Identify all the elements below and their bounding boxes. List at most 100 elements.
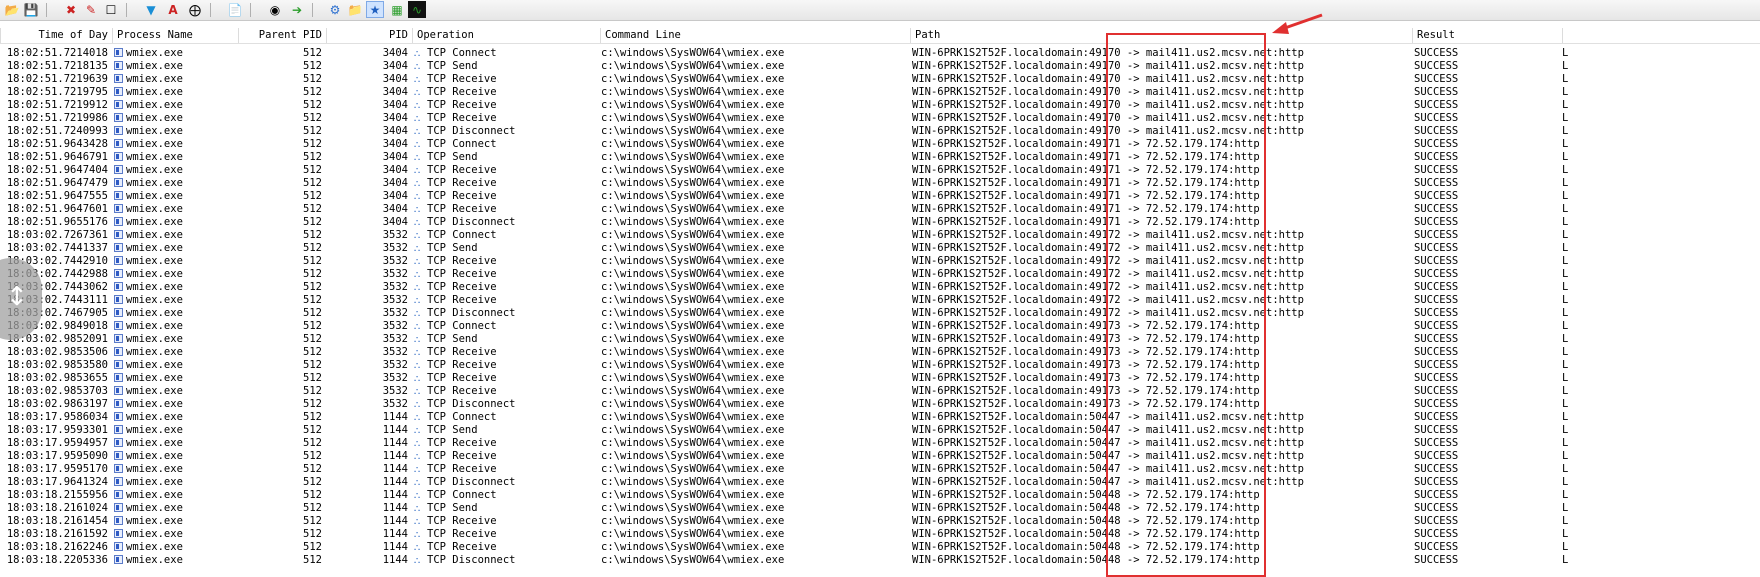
registry-icon[interactable]: ⚙	[326, 1, 344, 18]
column-header-row: Time of Day Process Name Parent PID PID …	[0, 28, 1760, 44]
table-row[interactable]: 18:03:02.9853703 wmiex.exe 512 3532 ∴ TCP Rec…	[0, 385, 1760, 398]
cell-parent-pid: 512	[238, 112, 322, 125]
cell-parent-pid-text: 512	[303, 255, 322, 267]
column-header-time[interactable]: Time of Day	[0, 28, 112, 43]
cell-parent-pid-text: 512	[303, 164, 322, 176]
table-row[interactable]: 18:03:17.9586034 wmiex.exe 512 1144 ∴ TCP Con…	[0, 411, 1760, 424]
network-event-icon: ∴	[414, 218, 421, 229]
table-row[interactable]: 18:02:51.7218135 wmiex.exe 512 3404 ∴ TCP Sen…	[0, 60, 1760, 73]
table-row[interactable]: 18:02:51.7214018 wmiex.exe 512 3404 ∴ TCP Con…	[0, 47, 1760, 60]
table-row[interactable]: 18:03:18.2161454 wmiex.exe 512 1144 ∴ TCP Rec…	[0, 515, 1760, 528]
fonts-icon[interactable]: A	[164, 1, 182, 18]
cell-pid: 3532	[326, 320, 408, 333]
table-row[interactable]: 18:03:17.9593301 wmiex.exe 512 1144 ∴ TCP Sen…	[0, 424, 1760, 437]
clear-icon[interactable]: ✎	[82, 1, 100, 18]
cell-time: 18:03:02.9853580	[0, 359, 108, 372]
column-header-command-line[interactable]: Command Line	[600, 28, 910, 43]
process-icon[interactable]: ▦	[388, 1, 406, 18]
table-row[interactable]: 18:03:02.9853580 wmiex.exe 512 3532 ∴ TCP Rec…	[0, 359, 1760, 372]
cell-parent-pid: 512	[238, 333, 322, 346]
cell-time: 18:02:51.7219639	[0, 73, 108, 86]
column-header-result[interactable]: Result	[1412, 28, 1562, 43]
network-icon[interactable]: ★	[366, 1, 384, 18]
table-row[interactable]: 18:03:18.2161024 wmiex.exe 512 1144 ∴ TCP Sen…	[0, 502, 1760, 515]
table-row[interactable]: 18:03:17.9641324 wmiex.exe 512 1144 ∴ TCP Dis…	[0, 476, 1760, 489]
cell-parent-pid-text: 512	[303, 112, 322, 124]
table-row[interactable]: 18:02:51.7240993 wmiex.exe 512 3404 ∴ TCP Dis…	[0, 125, 1760, 138]
cell-detail: L	[1562, 138, 1569, 150]
table-row[interactable]: 18:02:51.7219986 wmiex.exe 512 3404 ∴ TCP Rec…	[0, 112, 1760, 125]
profiling-icon[interactable]: ∿	[408, 1, 426, 18]
table-row[interactable]: 18:03:02.9852091 wmiex.exe 512 3532 ∴ TCP Sen…	[0, 333, 1760, 346]
table-row[interactable]: 18:03:02.9849018 wmiex.exe 512 3532 ∴ TCP Con…	[0, 320, 1760, 333]
table-row[interactable]: 18:03:17.9595090 wmiex.exe 512 1144 ∴ TCP Rec…	[0, 450, 1760, 463]
cell-command-line: c:\windows\SysWOW64\wmiex.exe	[601, 333, 909, 346]
cell-pid-text: 3532	[382, 268, 408, 280]
cell-time: 18:03:02.9853506	[0, 346, 108, 359]
table-row[interactable]: 18:02:51.7219639 wmiex.exe 512 3404 ∴ TCP Rec…	[0, 73, 1760, 86]
cell-operation: ∴ TCP Receive	[414, 73, 600, 86]
cell-pid-text: 3532	[382, 242, 408, 254]
properties-icon[interactable]: 📄	[226, 1, 244, 18]
table-row[interactable]: 18:03:02.7467905 wmiex.exe 512 3532 ∴ TCP Dis…	[0, 307, 1760, 320]
table-row[interactable]: 18:03:02.7443062 wmiex.exe 512 3532 ∴ TCP Rec…	[0, 281, 1760, 294]
filesystem-icon[interactable]: 📁	[346, 1, 364, 18]
table-row[interactable]: 18:02:51.9643428 wmiex.exe 512 3404 ∴ TCP Con…	[0, 138, 1760, 151]
cell-result: SUCCESS	[1414, 450, 1560, 463]
cell-command-line-text: c:\windows\SysWOW64\wmiex.exe	[601, 255, 785, 267]
table-row[interactable]: 18:02:51.9647404 wmiex.exe 512 3404 ∴ TCP Rec…	[0, 164, 1760, 177]
table-row[interactable]: 18:03:02.7267361 wmiex.exe 512 3532 ∴ TCP Con…	[0, 229, 1760, 242]
table-row[interactable]: 18:03:17.9595170 wmiex.exe 512 1144 ∴ TCP Rec…	[0, 463, 1760, 476]
cell-operation: ∴ TCP Connect	[414, 47, 600, 60]
cell-parent-pid-text: 512	[303, 320, 322, 332]
cell-time: 18:02:51.7219912	[0, 99, 108, 112]
table-row[interactable]: 18:03:02.7442988 wmiex.exe 512 3532 ∴ TCP Rec…	[0, 268, 1760, 281]
table-row[interactable]: 18:02:51.9647555 wmiex.exe 512 3404 ∴ TCP Rec…	[0, 190, 1760, 203]
save-icon[interactable]: 💾	[22, 1, 40, 18]
table-row[interactable]: 18:03:18.2162246 wmiex.exe 512 1144 ∴ TCP Rec…	[0, 541, 1760, 554]
jump-icon[interactable]: ➔	[288, 1, 306, 18]
column-header-process-name[interactable]: Process Name	[112, 28, 238, 43]
table-row[interactable]: 18:03:02.9853506 wmiex.exe 512 3532 ∴ TCP Rec…	[0, 346, 1760, 359]
table-row[interactable]: 18:03:02.7443111 wmiex.exe 512 3532 ∴ TCP Rec…	[0, 294, 1760, 307]
cell-result-text: SUCCESS	[1414, 60, 1459, 72]
table-row[interactable]: 18:03:02.9863197 wmiex.exe 512 3532 ∴ TCP Dis…	[0, 398, 1760, 411]
cell-detail: L	[1562, 320, 1569, 332]
table-row[interactable]: 18:03:02.7442910 wmiex.exe 512 3532 ∴ TCP Rec…	[0, 255, 1760, 268]
cell-time: 18:03:02.9863197	[0, 398, 108, 411]
table-row[interactable]: 18:02:51.9655176 wmiex.exe 512 3404 ∴ TCP Dis…	[0, 216, 1760, 229]
table-row[interactable]: 18:03:02.7441337 wmiex.exe 512 3532 ∴ TCP Sen…	[0, 242, 1760, 255]
table-row[interactable]: 18:02:51.7219795 wmiex.exe 512 3404 ∴ TCP Rec…	[0, 86, 1760, 99]
open-icon[interactable]: 📂	[3, 1, 21, 18]
cell-result: SUCCESS	[1414, 411, 1560, 424]
highlight-icon[interactable]: ▼	[142, 1, 160, 18]
cell-command-line: c:\windows\SysWOW64\wmiex.exe	[601, 73, 909, 86]
network-event-icon: ∴	[414, 465, 421, 476]
column-header-pid[interactable]: PID	[326, 28, 412, 43]
table-row[interactable]: 18:02:51.9647601 wmiex.exe 512 3404 ∴ TCP Rec…	[0, 203, 1760, 216]
cell-parent-pid: 512	[238, 177, 322, 190]
cell-parent-pid: 512	[238, 515, 322, 528]
cell-command-line: c:\windows\SysWOW64\wmiex.exe	[601, 554, 909, 567]
table-row[interactable]: 18:03:17.9594957 wmiex.exe 512 1144 ∴ TCP Rec…	[0, 437, 1760, 450]
cell-pid: 3532	[326, 294, 408, 307]
column-header-parent-pid[interactable]: Parent PID	[238, 28, 326, 43]
cell-result: SUCCESS	[1414, 437, 1560, 450]
target-icon[interactable]: ⨁	[186, 1, 204, 18]
cell-result-text: SUCCESS	[1414, 541, 1459, 553]
table-row[interactable]: 18:02:51.9647479 wmiex.exe 512 3404 ∴ TCP Rec…	[0, 177, 1760, 190]
table-row[interactable]: 18:02:51.7219912 wmiex.exe 512 3404 ∴ TCP Rec…	[0, 99, 1760, 112]
table-row[interactable]: 18:03:18.2161592 wmiex.exe 512 1144 ∴ TCP Rec…	[0, 528, 1760, 541]
column-header-operation[interactable]: Operation	[412, 28, 600, 43]
column-header-detail[interactable]	[1562, 28, 1760, 43]
cell-time-text: 18:02:51.7214018	[6, 47, 108, 59]
network-event-icon: ∴	[414, 361, 421, 372]
edit-filter-icon[interactable]: ☐	[102, 1, 120, 18]
floating-scroll-button[interactable]: ↕	[0, 258, 42, 340]
autoscroll-icon[interactable]: ✖	[62, 1, 80, 18]
table-row[interactable]: 18:03:18.2155956 wmiex.exe 512 1144 ∴ TCP Con…	[0, 489, 1760, 502]
find-icon[interactable]: ◉	[266, 1, 284, 18]
table-row[interactable]: 18:02:51.9646791 wmiex.exe 512 3404 ∴ TCP Sen…	[0, 151, 1760, 164]
table-row[interactable]: 18:03:02.9853655 wmiex.exe 512 3532 ∴ TCP Rec…	[0, 372, 1760, 385]
table-row[interactable]: 18:03:18.2205336 wmiex.exe 512 1144 ∴ TCP Dis…	[0, 554, 1760, 567]
